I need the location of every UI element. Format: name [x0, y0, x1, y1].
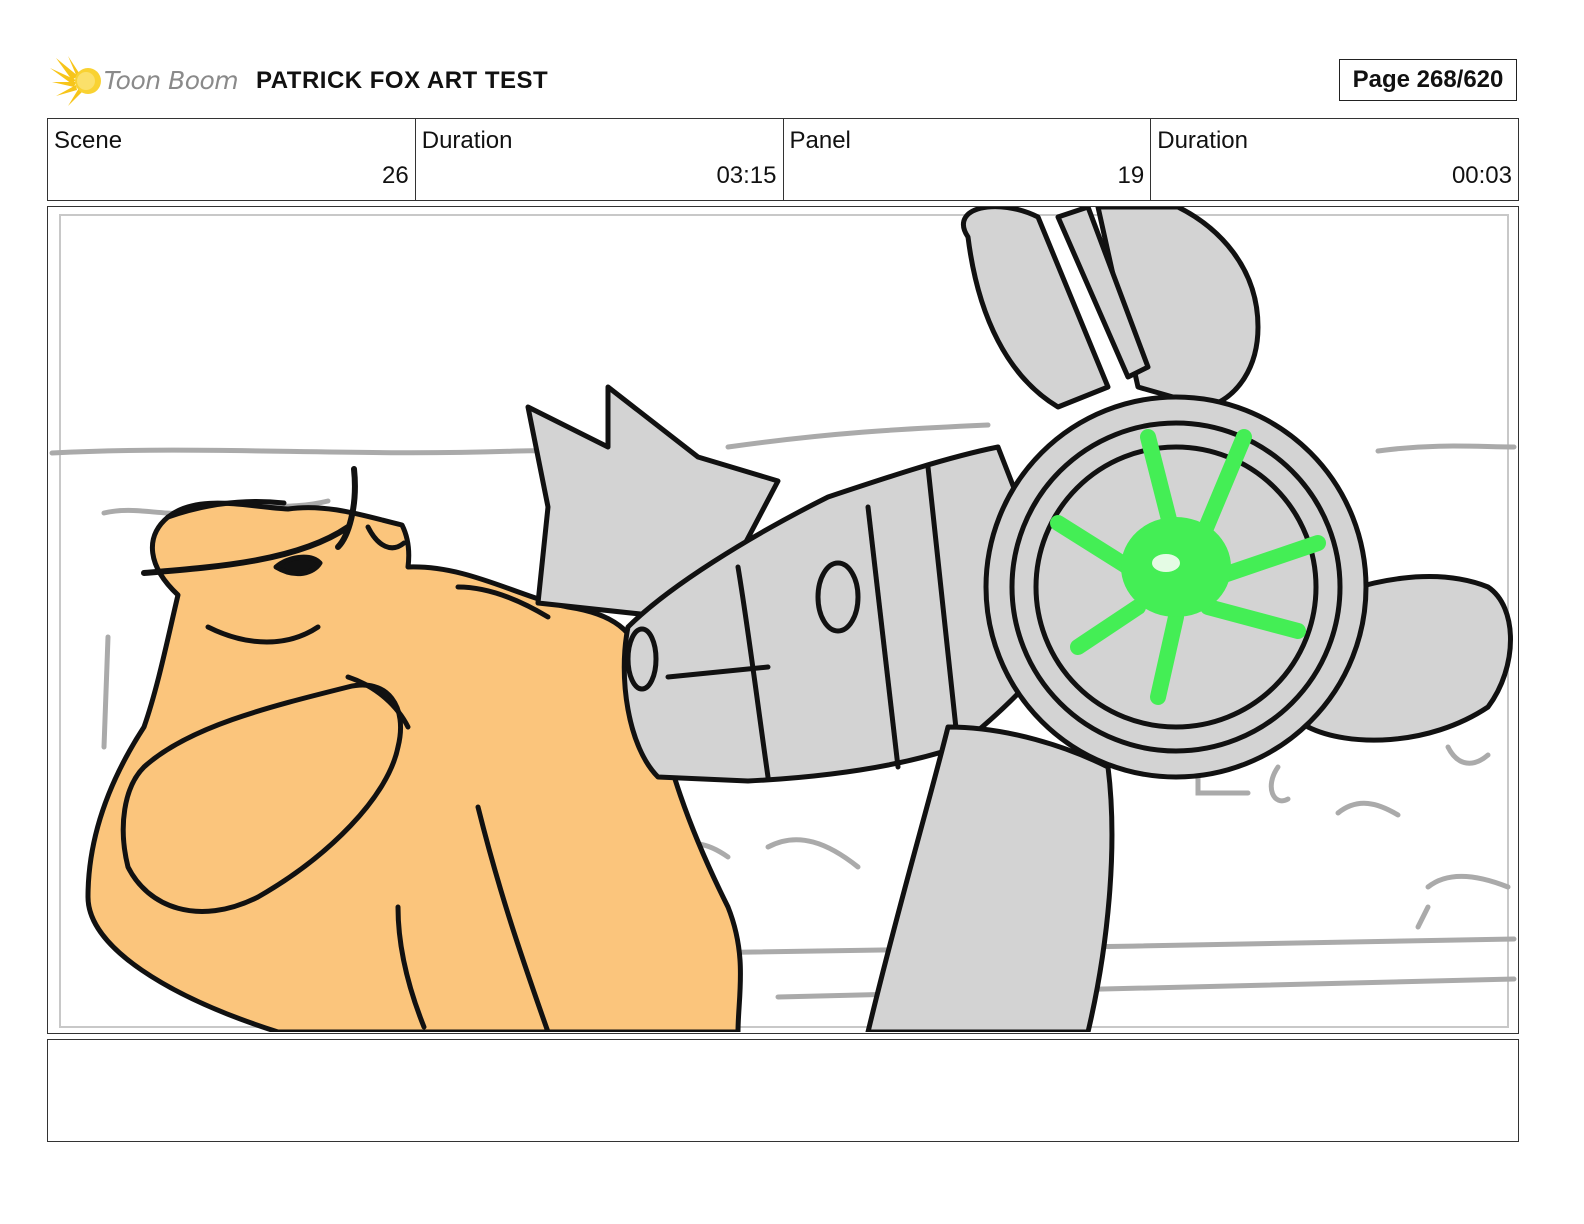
scene-duration-cell: Duration 03:15: [416, 119, 784, 200]
storyboard-panel: [47, 206, 1519, 1034]
panel-info-row: Scene 26 Duration 03:15 Panel 19 Duratio…: [47, 118, 1519, 201]
scene-duration-value: 03:15: [716, 162, 777, 189]
notes-box: [47, 1039, 1519, 1142]
panel-value: 19: [1117, 162, 1145, 189]
starburst-icon: [50, 56, 101, 106]
scene-duration-label: Duration: [421, 127, 513, 154]
panel-label: Panel: [789, 127, 851, 154]
toon-boom-logo: Toon Boom: [50, 54, 240, 108]
panel-duration-label: Duration: [1157, 127, 1248, 154]
panel-duration-value: 00:03: [1451, 162, 1512, 189]
panel-duration-cell: Duration 00:03: [1151, 119, 1518, 200]
panel-cell: Panel 19: [784, 119, 1152, 200]
scene-value: 26: [382, 162, 409, 189]
scene-label: Scene: [54, 127, 123, 154]
logo-wordmark: Toon Boom: [104, 66, 239, 95]
page-indicator: Page 268/620: [1339, 59, 1517, 101]
scene-cell: Scene 26: [48, 119, 416, 200]
storyboard-drawing: [49, 207, 1517, 1032]
document-title: PATRICK FOX ART TEST: [256, 67, 549, 94]
